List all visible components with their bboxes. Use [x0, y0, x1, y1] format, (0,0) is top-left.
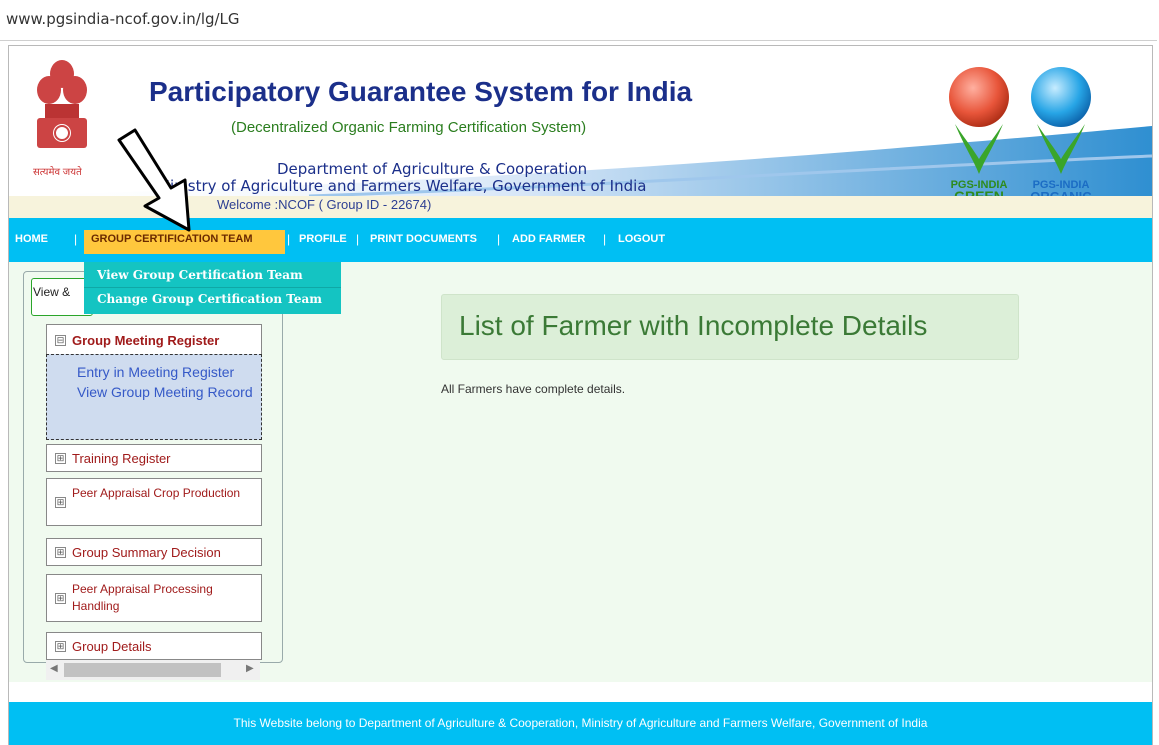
- nav-home[interactable]: HOME: [15, 233, 48, 245]
- expand-icon: ⊞: [55, 497, 66, 508]
- address-bar[interactable]: www.pgsindia-ncof.gov.in/lg/LG: [0, 0, 1157, 41]
- nav-print-documents[interactable]: PRINT DOCUMENTS: [370, 233, 477, 245]
- nav-logout[interactable]: LOGOUT: [618, 233, 665, 245]
- nav-dropdown-menu: View Group Certification Team Change Gro…: [84, 262, 341, 314]
- pgs-india-green-logo: PGS-INDIA GREEN: [949, 67, 1009, 204]
- accordion-group-details[interactable]: ⊞ Group Details: [46, 632, 262, 660]
- dropdown-change-group-certification-team[interactable]: Change Group Certification Team: [97, 292, 322, 306]
- department-name: Department of Agriculture & Cooperation: [277, 160, 588, 178]
- accordion-peer-appraisal-processing-handling[interactable]: ⊞ Peer Appraisal Processing Handling: [46, 574, 262, 622]
- state-emblem-icon: [37, 60, 87, 148]
- site-title: Participatory Guarantee System for India: [149, 76, 693, 107]
- sidebar-horizontal-scrollbar[interactable]: ◀ ▶: [46, 660, 260, 680]
- accordion-group-meeting-register[interactable]: ⊟ Group Meeting Register: [46, 324, 262, 356]
- scroll-left-icon[interactable]: ◀: [50, 663, 58, 674]
- status-message: All Farmers have complete details.: [441, 382, 626, 396]
- dropdown-view-group-certification-team[interactable]: View Group Certification Team: [97, 268, 303, 282]
- accordion-title: Group Details: [72, 639, 152, 654]
- accordion-title: Peer Appraisal Crop Production: [72, 486, 241, 500]
- collapse-icon: ⊟: [55, 335, 66, 346]
- link-view-group-meeting-record[interactable]: View Group Meeting Record: [77, 383, 257, 402]
- accordion-title: Peer Appraisal Processing Handling: [72, 582, 213, 613]
- footer-text: This Website belong to Department of Agr…: [233, 716, 928, 730]
- accordion-title: Group Summary Decision: [72, 545, 221, 560]
- nav-separator: |: [497, 232, 501, 246]
- scroll-right-icon[interactable]: ▶: [246, 663, 254, 674]
- expand-icon: ⊞: [55, 453, 66, 464]
- expand-icon: ⊞: [55, 641, 66, 652]
- emblem-caption: सत्यमेव जयते: [33, 167, 82, 178]
- accordion-title: Training Register: [72, 451, 171, 466]
- sidebar-tab-label: View &: [33, 285, 71, 299]
- scrollbar-thumb[interactable]: [64, 663, 221, 677]
- nav-profile[interactable]: PROFILE: [299, 233, 347, 245]
- welcome-text: Welcome :NCOF ( Group ID - 22674): [217, 197, 432, 212]
- pgs-india-organic-logo: PGS-INDIA ORGANIC: [1030, 67, 1092, 204]
- dropdown-divider: [84, 287, 341, 288]
- url-text[interactable]: www.pgsindia-ncof.gov.in/lg/LG: [6, 10, 240, 28]
- nav-separator: |: [356, 232, 360, 246]
- annotation-arrow-icon: [117, 128, 191, 232]
- nav-add-farmer[interactable]: ADD FARMER: [512, 233, 585, 245]
- accordion-group-summary-decision[interactable]: ⊞ Group Summary Decision: [46, 538, 262, 566]
- expand-icon: ⊞: [55, 547, 66, 558]
- nav-separator: |: [74, 232, 78, 246]
- site-subtitle: (Decentralized Organic Farming Certifica…: [231, 119, 587, 136]
- nav-separator: |: [603, 232, 607, 246]
- page-title: List of Farmer with Incomplete Details: [459, 310, 928, 341]
- nav-separator: |: [287, 232, 291, 246]
- accordion-peer-appraisal-crop-production[interactable]: ⊞ Peer Appraisal Crop Production: [46, 478, 262, 526]
- accordion-title: Group Meeting Register: [72, 333, 220, 348]
- page-frame: सत्यमेव जयते Participatory Guarantee Sys…: [8, 45, 1153, 745]
- accordion-body-group-meeting: Entry in Meeting Register View Group Mee…: [46, 354, 262, 440]
- accordion-training-register[interactable]: ⊞ Training Register: [46, 444, 262, 472]
- link-entry-in-meeting-register[interactable]: Entry in Meeting Register: [77, 363, 234, 382]
- expand-icon: ⊞: [55, 593, 66, 604]
- ministry-name: Ministry of Agriculture and Farmers Welf…: [157, 177, 647, 195]
